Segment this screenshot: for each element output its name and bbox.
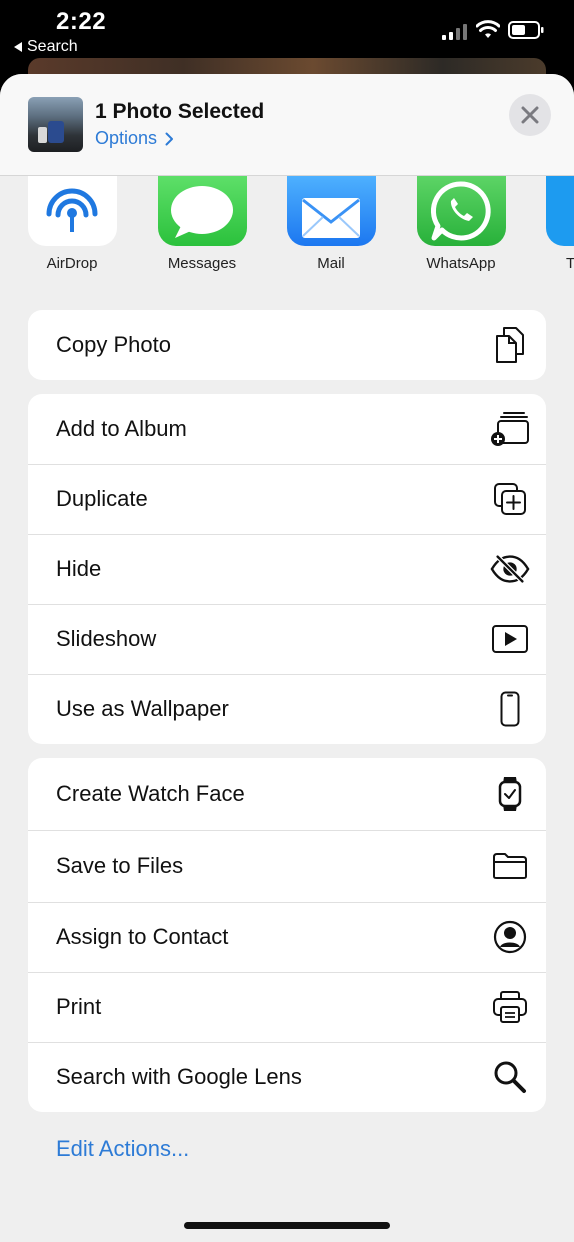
share-sheet-header: 1 Photo Selected Options: [0, 74, 574, 176]
add-to-album-icon: [490, 409, 530, 449]
search-icon: [490, 1057, 530, 1097]
app-mail[interactable]: Mail: [276, 174, 386, 272]
eye-slash-icon: [490, 549, 530, 589]
action-hide[interactable]: Hide: [28, 534, 546, 604]
edit-actions-link[interactable]: Edit Actions...: [56, 1136, 189, 1162]
action-label: Use as Wallpaper: [56, 696, 229, 721]
action-group-copy: Copy Photo: [28, 310, 546, 380]
action-label: Print: [56, 994, 102, 1019]
action-use-as-wallpaper[interactable]: Use as Wallpaper: [28, 674, 546, 744]
cellular-signal-icon: [442, 24, 467, 40]
action-save-to-files[interactable]: Save to Files: [28, 830, 546, 902]
share-title: 1 Photo Selected: [95, 100, 265, 123]
action-print[interactable]: Print: [28, 972, 546, 1042]
action-add-to-album[interactable]: Add to Album: [28, 394, 546, 464]
photo-thumbnail: [28, 97, 83, 152]
duplicate-icon: [490, 479, 530, 519]
twitter-icon: [546, 174, 574, 246]
share-sheet: 1 Photo Selected Options AirDrop Message…: [0, 74, 574, 1242]
back-to-search-button[interactable]: Search: [14, 38, 78, 56]
action-create-watch-face[interactable]: Create Watch Face: [28, 758, 546, 830]
action-label: Save to Files: [56, 853, 184, 878]
action-duplicate[interactable]: Duplicate: [28, 464, 546, 534]
folder-icon: [490, 846, 530, 886]
action-label: Assign to Contact: [56, 924, 229, 949]
whatsapp-icon: [416, 174, 506, 246]
options-label: Options: [95, 128, 158, 148]
app-label: T: [566, 255, 574, 272]
action-label: Duplicate: [56, 486, 148, 511]
action-assign-to-contact[interactable]: Assign to Contact: [28, 902, 546, 972]
copy-icon: [490, 325, 530, 365]
back-label: Search: [27, 38, 78, 55]
screen: 2:22 Search 1 Photo Selected Options Air…: [0, 0, 574, 1242]
action-label: Create Watch Face: [56, 781, 245, 806]
action-label: Add to Album: [56, 416, 187, 441]
app-airdrop[interactable]: AirDrop: [17, 174, 127, 272]
chevron-right-icon: [165, 132, 174, 145]
app-messages[interactable]: Messages: [147, 174, 257, 272]
messages-icon: [157, 174, 247, 246]
action-label: Hide: [56, 556, 102, 581]
person-circle-icon: [490, 917, 530, 957]
action-slideshow[interactable]: Slideshow: [28, 604, 546, 674]
home-indicator: [184, 1222, 390, 1229]
close-icon: [521, 106, 539, 124]
watch-icon: [490, 774, 530, 814]
action-label: Search with Google Lens: [56, 1064, 302, 1089]
app-label: WhatsApp: [426, 255, 496, 272]
play-icon: [490, 619, 530, 659]
action-label: Slideshow: [56, 626, 157, 651]
app-share-row: AirDrop Messages Mail WhatsApp T: [0, 174, 574, 284]
app-twitter[interactable]: T: [536, 174, 574, 272]
action-group-photo: Add to Album Duplicate Hide Slideshow Us…: [28, 394, 546, 744]
app-label: Messages: [167, 255, 237, 272]
action-group-more: Create Watch Face Save to Files Assign t…: [28, 758, 546, 1112]
app-whatsapp[interactable]: WhatsApp: [406, 174, 516, 272]
printer-icon: [490, 987, 530, 1027]
wifi-icon: [476, 20, 500, 38]
action-copy-photo[interactable]: Copy Photo: [28, 310, 546, 380]
app-label: AirDrop: [46, 255, 98, 272]
back-arrow-icon: [14, 42, 22, 52]
airdrop-icon: [27, 174, 117, 246]
close-button[interactable]: [509, 94, 551, 136]
status-bar: 2:22 Search: [0, 0, 574, 62]
mail-icon: [286, 174, 376, 246]
app-label: Mail: [317, 255, 345, 272]
battery-icon: [508, 21, 544, 39]
action-search-google-lens[interactable]: Search with Google Lens: [28, 1042, 546, 1112]
action-label: Copy Photo: [56, 332, 171, 357]
options-link[interactable]: Options: [95, 128, 174, 149]
phone-icon: [490, 689, 530, 729]
status-time: 2:22: [56, 8, 107, 35]
